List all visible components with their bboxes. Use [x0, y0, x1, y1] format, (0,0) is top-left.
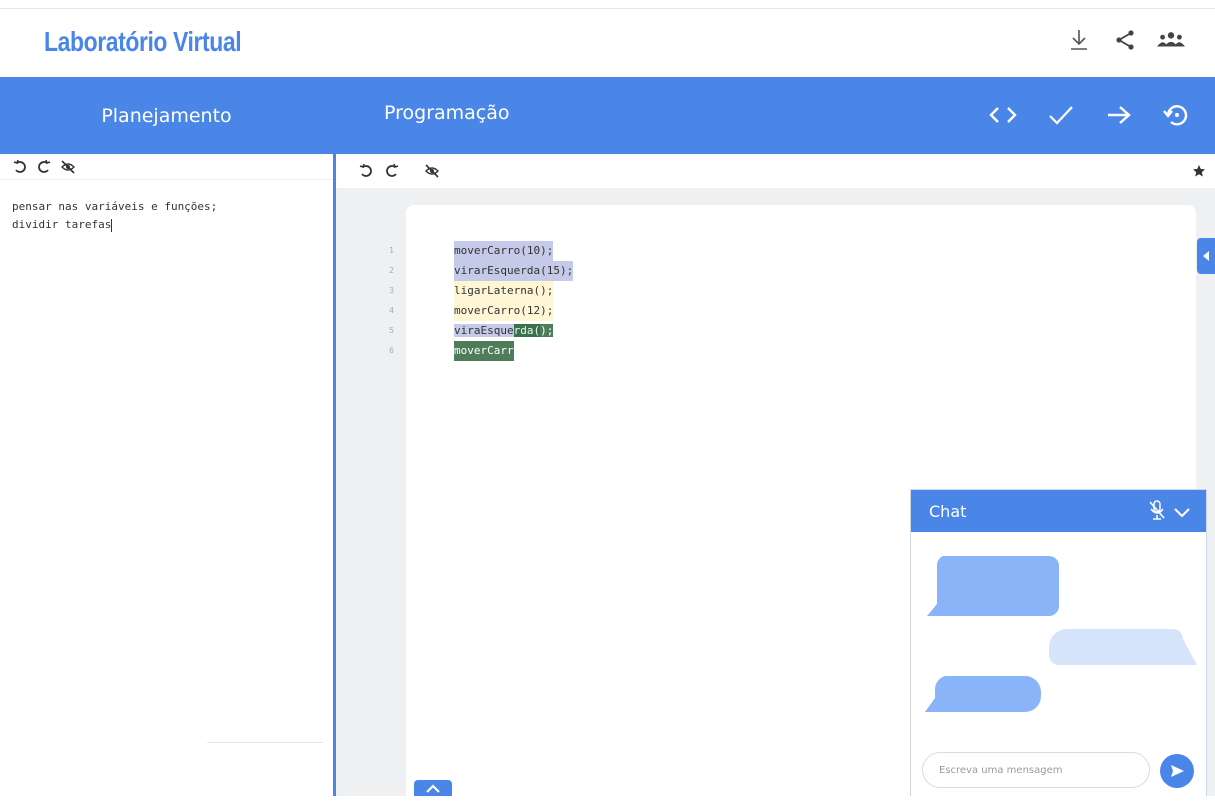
- group-icon[interactable]: [1157, 26, 1185, 54]
- line-number: 2: [389, 266, 394, 275]
- chat-controls: [1148, 500, 1190, 524]
- eye-off-icon[interactable]: [424, 163, 440, 179]
- chevron-down-icon[interactable]: [1174, 503, 1190, 522]
- arrow-right-icon[interactable]: [1101, 97, 1137, 133]
- undo-icon[interactable]: [12, 159, 28, 175]
- planning-header: Planejamento: [0, 77, 333, 154]
- chat-message-input[interactable]: Escreva uma mensagem: [922, 752, 1150, 788]
- star-icon[interactable]: [1191, 163, 1207, 179]
- chat-message-bubble: [925, 676, 1041, 712]
- code-text: moverCarr: [454, 341, 514, 361]
- programming-toolbar: [336, 154, 1215, 188]
- text-caret: [111, 218, 113, 232]
- top-actions: [1065, 26, 1185, 54]
- history-icon[interactable]: [1159, 97, 1195, 133]
- planning-panel: pensar nas variáveis e funções; dividir …: [0, 154, 333, 796]
- redo-icon[interactable]: [384, 163, 400, 179]
- send-button[interactable]: [1160, 754, 1194, 788]
- planning-line-2: dividir tarefas: [12, 218, 113, 232]
- programming-header: Programação: [336, 77, 1215, 154]
- chat-message-bubble: [927, 556, 1059, 616]
- code-text: ligarLaterna();: [454, 281, 554, 301]
- code-text: virarEsquerda(15);: [454, 261, 574, 281]
- line-number: 1: [389, 246, 394, 255]
- code-text: moverCarro(10);: [454, 241, 554, 261]
- mic-off-icon[interactable]: [1148, 500, 1166, 524]
- planning-text[interactable]: pensar nas variáveis e funções; dividir …: [0, 180, 333, 234]
- download-icon[interactable]: [1065, 26, 1093, 54]
- planning-footer-divider: [207, 742, 323, 743]
- check-icon[interactable]: [1043, 97, 1079, 133]
- send-icon: [1171, 765, 1184, 777]
- chat-title: Chat: [929, 501, 967, 521]
- chat-window: Chat Escreva uma mensagem: [910, 489, 1207, 796]
- chat-message-bubble: [1049, 629, 1197, 665]
- line-number: 6: [389, 346, 394, 355]
- undo-icon[interactable]: [358, 163, 374, 179]
- app-title: Laboratório Virtual: [44, 26, 242, 57]
- remote-cursor-label: rda(: [513, 324, 541, 337]
- code-icon[interactable]: [985, 97, 1021, 133]
- planning-toolbar: [0, 154, 333, 180]
- scroll-up-button[interactable]: [414, 780, 452, 796]
- line-number: 4: [389, 306, 394, 315]
- code-text: moverCarro(12);: [454, 301, 554, 321]
- line-number: 5: [389, 326, 394, 335]
- collapse-panel-tab[interactable]: [1197, 238, 1215, 274]
- code-text: viraEsquerda();: [454, 321, 554, 341]
- programming-tools: [985, 97, 1195, 133]
- programming-title: Programação: [384, 102, 510, 124]
- redo-icon[interactable]: [36, 159, 52, 175]
- code-segment: );: [540, 324, 554, 337]
- line-number: 3: [389, 286, 394, 295]
- share-icon[interactable]: [1111, 26, 1139, 54]
- planning-line-1: pensar nas variáveis e funções;: [12, 200, 218, 213]
- top-divider: [0, 8, 1215, 9]
- chat-header[interactable]: Chat: [911, 490, 1206, 532]
- code-segment: viraEsque: [454, 324, 514, 337]
- eye-off-icon[interactable]: [60, 159, 76, 175]
